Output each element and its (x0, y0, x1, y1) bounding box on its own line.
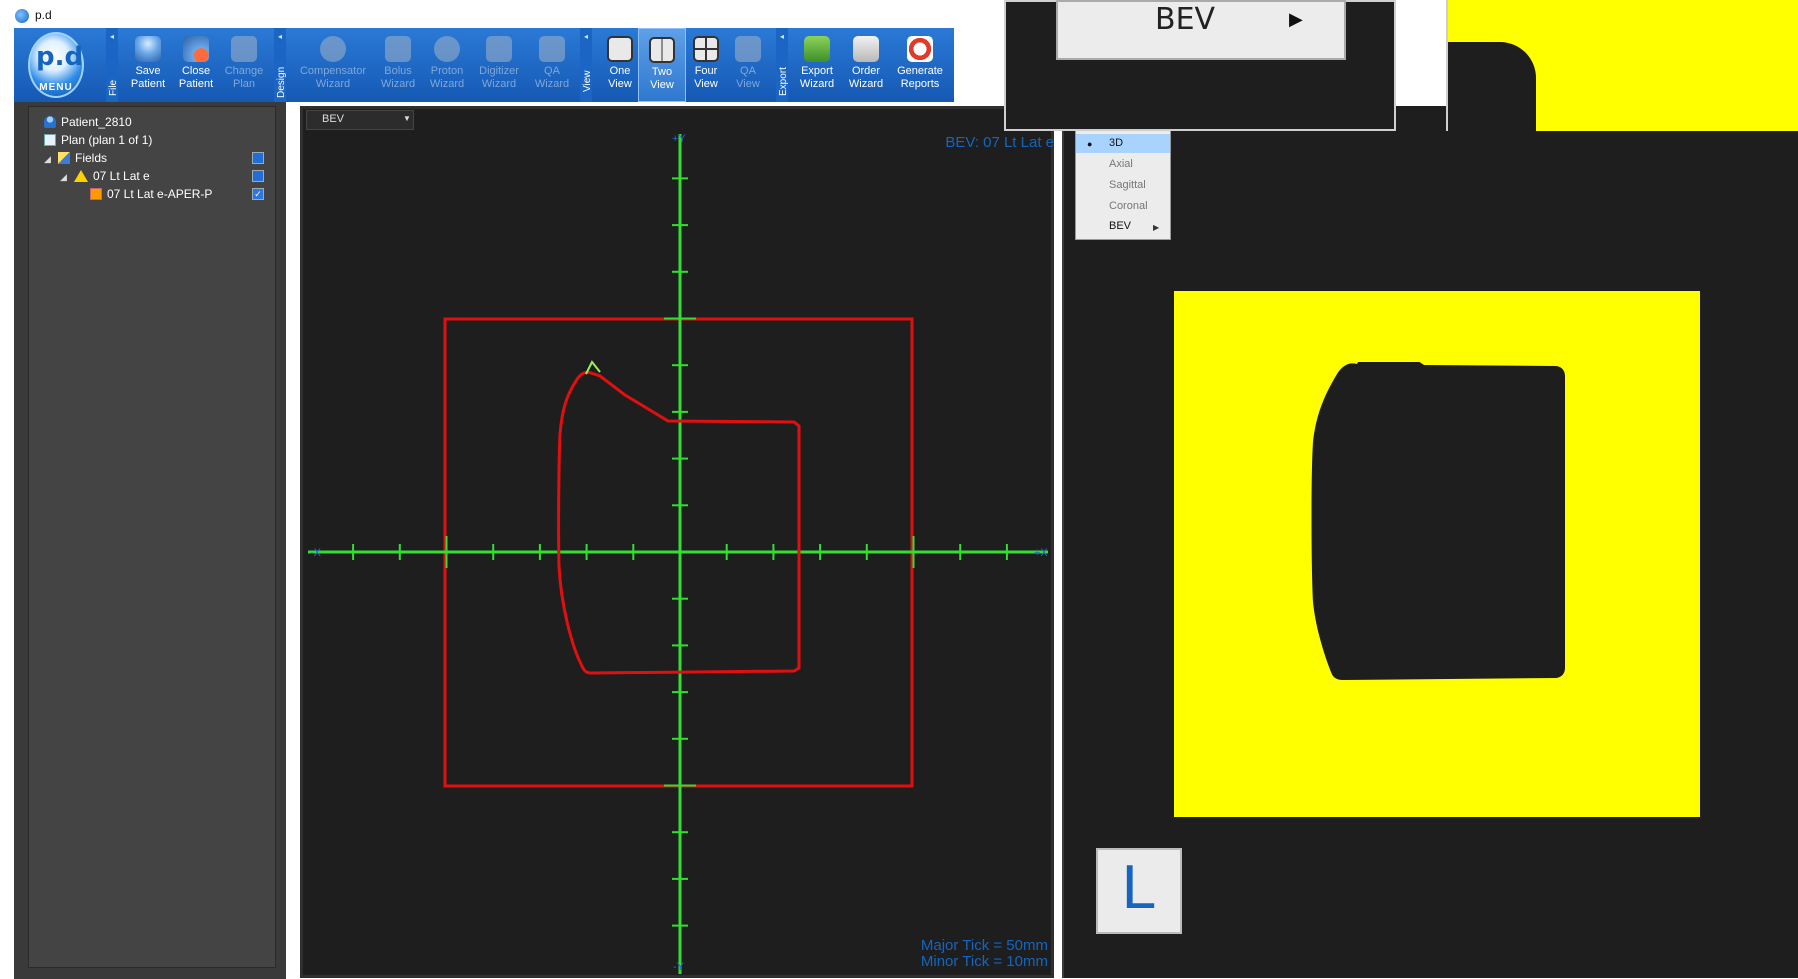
app-icon (15, 9, 29, 23)
compensator-wizard-button[interactable]: Compensator Wizard (294, 28, 372, 102)
one-view-icon (607, 36, 633, 62)
qa-wizard-button[interactable]: QA Wizard (528, 28, 576, 102)
patient-icon (44, 116, 56, 128)
zoom-aperture-opening (1448, 42, 1536, 131)
compensator-wizard-label: Compensator Wizard (299, 65, 367, 90)
aperture-opening-3d (1311, 362, 1565, 680)
one-view-button[interactable]: One View (596, 28, 644, 102)
collapse-arrow-icon[interactable]: ◂ (278, 32, 282, 41)
save-patient-icon (135, 36, 161, 62)
group-label-export: Export (778, 67, 789, 96)
tree-item-field[interactable]: ◢ 07 Lt Lat e (60, 167, 150, 185)
plan-icon (44, 134, 56, 146)
expand-arrow-icon[interactable]: ◢ (60, 168, 70, 186)
export-wizard-label: Export Wizard (799, 65, 835, 90)
two-view-icon (649, 37, 675, 63)
field-checkbox[interactable] (252, 170, 264, 182)
digitizer-wizard-icon (486, 36, 512, 62)
fields-checkbox[interactable] (252, 152, 264, 164)
tree-item-patient[interactable]: Patient_2810 (44, 113, 132, 131)
proton-wizard-button[interactable]: Proton Wizard (423, 28, 471, 102)
order-wizard-icon (853, 36, 879, 62)
plus-x-label: +X (1034, 547, 1048, 559)
aperture-icon (90, 188, 102, 200)
four-view-button[interactable]: Four View (682, 28, 730, 102)
tree-item-aperture[interactable]: 07 Lt Lat e-APER-P (90, 185, 212, 203)
close-patient-label: Close Patient (178, 65, 214, 90)
bolus-wizard-label: Bolus Wizard (380, 65, 416, 90)
collapse-arrow-icon[interactable]: ◂ (110, 32, 114, 41)
bolus-wizard-icon (385, 36, 411, 62)
warning-triangle-icon (74, 170, 88, 182)
generate-reports-icon (907, 36, 933, 62)
order-wizard-label: Order Wizard (848, 65, 884, 90)
close-patient-icon (183, 36, 209, 62)
submenu-arrow-icon: ▶ (1153, 223, 1160, 232)
collapse-arrow-icon[interactable]: ◂ (584, 32, 588, 41)
proton-wizard-icon (434, 36, 460, 62)
qa-view-icon (735, 36, 761, 62)
collapse-arrow-icon[interactable]: ◂ (780, 32, 784, 41)
change-plan-button[interactable]: Change Plan (220, 28, 268, 102)
save-patient-button[interactable]: Save Patient (124, 28, 172, 102)
tree-item-fields[interactable]: ◢ Fields (44, 149, 107, 167)
aperture-checkbox[interactable]: ✓ (252, 188, 264, 200)
bolus-wizard-button[interactable]: Bolus Wizard (374, 28, 422, 102)
change-plan-icon (231, 36, 257, 62)
orientation-label: L (1121, 853, 1157, 922)
compensator-wizard-icon (320, 36, 346, 62)
app-title: p.d (35, 8, 52, 22)
digitizer-wizard-button[interactable]: Digitizer Wizard (472, 28, 526, 102)
qa-wizard-label: QA Wizard (534, 65, 570, 90)
two-view-label: Two View (650, 66, 674, 91)
group-label-design: Design (276, 66, 287, 98)
export-wizard-icon (804, 36, 830, 62)
cursor-pointer-icon: ▶ (1289, 9, 1303, 29)
one-view-label: One View (608, 65, 632, 90)
qa-view-label: QA View (736, 65, 760, 90)
tick-legend: Major Tick = 50mm Minor Tick = 10mm (900, 938, 1048, 970)
change-plan-label: Change Plan (224, 65, 264, 90)
group-label-view: View (582, 70, 593, 93)
group-label-file: File (108, 79, 119, 96)
export-wizard-button[interactable]: Export Wizard (793, 28, 841, 102)
qa-view-button[interactable]: QA View (724, 28, 772, 102)
minus-y-label: -Y (673, 961, 685, 973)
save-patient-label: Save Patient (130, 65, 166, 90)
two-view-button[interactable]: Two View (638, 28, 686, 102)
major-tick-label: Major Tick = 50mm (920, 937, 1048, 954)
fields-icon (58, 152, 70, 164)
plus-y-label: +Y (672, 133, 686, 145)
menu-item-coronal[interactable]: Coronal (1076, 197, 1170, 216)
menu-logo: p.d (36, 42, 84, 72)
generate-reports-button[interactable]: Generate Reports (892, 28, 948, 102)
selected-dot-icon: ● (1087, 139, 1093, 149)
generate-reports-label: Generate Reports (897, 65, 943, 90)
digitizer-wizard-label: Digitizer Wizard (479, 65, 519, 90)
minus-x-label: -X (310, 547, 322, 559)
zoom-bev-label: BEV (1155, 2, 1216, 37)
expand-arrow-icon[interactable]: ◢ (44, 150, 54, 168)
qa-wizard-icon (539, 36, 565, 62)
patient-tree (28, 106, 276, 968)
menu-item-sagittal[interactable]: Sagittal (1076, 176, 1170, 195)
bev-graphics: +Y -Y -X +X (308, 133, 1048, 974)
four-view-icon (693, 36, 719, 62)
order-wizard-button[interactable]: Order Wizard (842, 28, 890, 102)
tree-item-plan[interactable]: Plan (plan 1 of 1) (44, 131, 152, 149)
minor-tick-label: Minor Tick = 10mm (920, 953, 1048, 970)
menu-label: MENU (39, 82, 73, 93)
four-view-label: Four View (694, 65, 718, 90)
proton-wizard-label: Proton Wizard (429, 65, 465, 90)
close-patient-button[interactable]: Close Patient (172, 28, 220, 102)
menu-item-axial[interactable]: Axial (1076, 155, 1170, 174)
